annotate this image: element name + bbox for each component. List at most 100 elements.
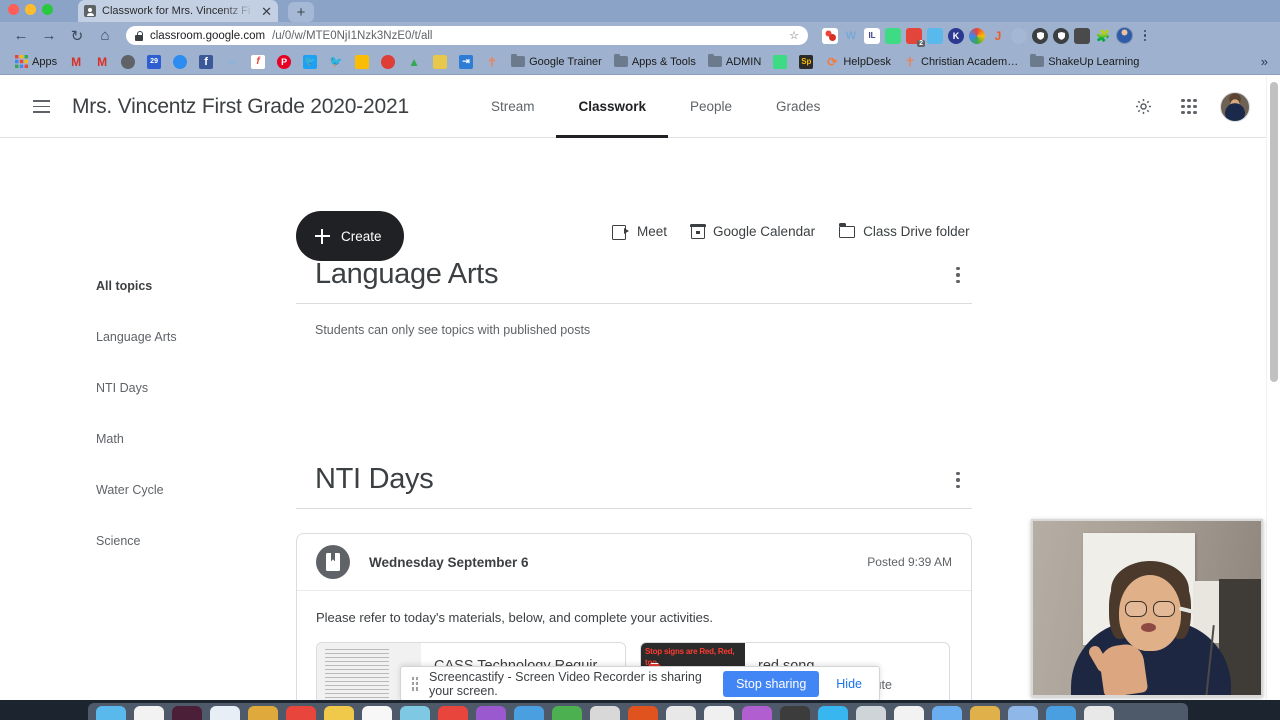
create-button[interactable]: Create bbox=[296, 211, 404, 261]
minimize-window-button[interactable] bbox=[25, 4, 36, 15]
apps-grid-icon[interactable] bbox=[1174, 92, 1204, 122]
class-drive-folder-link[interactable]: Class Drive folder bbox=[838, 222, 970, 239]
bookmark-notes[interactable] bbox=[767, 52, 793, 72]
tab-classwork[interactable]: Classwork bbox=[556, 76, 668, 138]
bookmark-globe[interactable] bbox=[115, 52, 141, 72]
dock-icon-11[interactable] bbox=[514, 706, 544, 720]
close-window-button[interactable] bbox=[8, 4, 19, 15]
bookmark-drive-2[interactable]: ▲ bbox=[401, 52, 427, 72]
dock-icon-8[interactable] bbox=[400, 706, 430, 720]
bookmark-folder-google-trainer[interactable]: Google Trainer bbox=[505, 52, 608, 72]
dock-icon-24[interactable] bbox=[1008, 706, 1038, 720]
ext-snagit-icon[interactable] bbox=[927, 27, 943, 44]
home-button[interactable]: ⌂ bbox=[92, 25, 118, 47]
dock-icon-16[interactable] bbox=[704, 706, 734, 720]
dock-icon-18[interactable] bbox=[780, 706, 810, 720]
hide-button[interactable]: Hide bbox=[830, 677, 868, 691]
dock-icon-22[interactable] bbox=[932, 706, 962, 720]
webcam-overlay[interactable] bbox=[1031, 519, 1263, 697]
avatar[interactable] bbox=[1220, 91, 1250, 122]
ext-kami-icon[interactable]: K bbox=[948, 27, 964, 44]
dock-icon-10[interactable] bbox=[476, 706, 506, 720]
bookmark-login[interactable]: ⇥ bbox=[453, 52, 479, 72]
dock-icon-3[interactable] bbox=[210, 706, 240, 720]
bookmark-flipgrid[interactable]: f bbox=[245, 52, 271, 72]
bookmark-folder-apps-tools[interactable]: Apps & Tools bbox=[608, 52, 702, 72]
sidebar-item-nti-days[interactable]: NTI Days bbox=[96, 373, 266, 403]
dock-icon-4[interactable] bbox=[248, 706, 278, 720]
dock-icon-7[interactable] bbox=[362, 706, 392, 720]
hamburger-icon[interactable] bbox=[23, 89, 59, 125]
browser-menu-icon[interactable] bbox=[1138, 29, 1152, 42]
bookmark-sharepoint[interactable]: Sp bbox=[793, 52, 819, 72]
ext-colorwheel-icon[interactable] bbox=[969, 27, 985, 44]
forward-button[interactable]: → bbox=[36, 25, 62, 47]
ext-shield2-icon[interactable] bbox=[1053, 27, 1069, 44]
topic-title[interactable]: Language Arts bbox=[296, 258, 498, 291]
tab-people[interactable]: People bbox=[668, 76, 754, 138]
bookmark-seesaw[interactable]: ∼ bbox=[219, 52, 245, 72]
ext-screencastify-icon[interactable]: 2 bbox=[906, 27, 925, 47]
sidebar-item-water-cycle[interactable]: Water Cycle bbox=[96, 475, 266, 505]
sidebar-item-science[interactable]: Science bbox=[96, 526, 266, 556]
meet-link[interactable]: Meet bbox=[612, 224, 667, 240]
tab-stream[interactable]: Stream bbox=[469, 76, 557, 138]
bookmark-twitter-1[interactable]: 🐦 bbox=[297, 52, 323, 72]
dock-icon-21[interactable] bbox=[894, 706, 924, 720]
ext-jamboard-icon[interactable]: J bbox=[990, 28, 1006, 44]
bookmark-twitter-2[interactable]: 🐦 bbox=[323, 52, 349, 72]
topic-title[interactable]: NTI Days bbox=[296, 463, 434, 496]
sidebar-item-all-topics[interactable]: All topics bbox=[96, 271, 266, 301]
bookmark-pinterest[interactable]: P bbox=[271, 52, 297, 72]
gear-icon[interactable] bbox=[1128, 92, 1158, 122]
bookmark-apps[interactable]: Apps bbox=[8, 52, 63, 72]
bookmark-folder-shakeup-learning[interactable]: ShakeUp Learning bbox=[1024, 52, 1145, 72]
dock-icon-23[interactable] bbox=[970, 706, 1000, 720]
bookmark-star-icon[interactable]: ☆ bbox=[789, 29, 799, 42]
bookmarks-overflow-icon[interactable]: » bbox=[1261, 54, 1272, 69]
dock-icon-20[interactable] bbox=[856, 706, 886, 720]
browser-profile-avatar[interactable] bbox=[1116, 27, 1133, 44]
drag-grip-icon[interactable] bbox=[412, 676, 418, 691]
scrollbar-thumb[interactable] bbox=[1270, 82, 1278, 382]
google-calendar-link[interactable]: Google Calendar bbox=[690, 223, 815, 239]
bookmark-cross-1[interactable]: ✝ bbox=[479, 52, 505, 72]
bookmark-christian-academy[interactable]: ✝ Christian Academ… bbox=[897, 52, 1024, 72]
dock-icon-0[interactable] bbox=[96, 706, 126, 720]
back-button[interactable]: ← bbox=[8, 25, 34, 47]
dock-icon-19[interactable] bbox=[818, 706, 848, 720]
close-icon[interactable]: ✕ bbox=[261, 5, 272, 18]
browser-tab[interactable]: Classwork for Mrs. Vincentz Fi ✕ bbox=[78, 0, 278, 22]
dock-icon-14[interactable] bbox=[628, 706, 658, 720]
dock-icon-1[interactable] bbox=[134, 706, 164, 720]
dock-icon-26[interactable] bbox=[1084, 706, 1114, 720]
ext-puzzle-icon[interactable]: 🧩 bbox=[1095, 28, 1111, 44]
dock-icon-17[interactable] bbox=[742, 706, 772, 720]
kebab-menu-icon[interactable] bbox=[944, 466, 972, 494]
ext-colorpick-icon[interactable] bbox=[822, 27, 838, 44]
page-scrollbar[interactable] bbox=[1266, 76, 1280, 700]
ext-illuminate-icon[interactable]: IL bbox=[864, 27, 880, 44]
stop-sharing-button[interactable]: Stop sharing bbox=[723, 670, 820, 697]
dock-icon-5[interactable] bbox=[286, 706, 316, 720]
dock-icon-12[interactable] bbox=[552, 706, 582, 720]
bookmark-gmail-1[interactable]: M bbox=[63, 52, 89, 72]
ext-faded-icon[interactable] bbox=[1011, 27, 1027, 44]
bookmark-contacts[interactable] bbox=[427, 52, 453, 72]
tab-grades[interactable]: Grades bbox=[754, 76, 842, 138]
bookmark-helpdesk[interactable]: ⟳ HelpDesk bbox=[819, 52, 897, 72]
reload-button[interactable]: ↻ bbox=[64, 25, 90, 47]
ext-wikiwand-icon[interactable]: W bbox=[843, 28, 859, 44]
bookmark-keep[interactable] bbox=[349, 52, 375, 72]
dock-icon-2[interactable] bbox=[172, 706, 202, 720]
bookmark-drive-1[interactable] bbox=[167, 52, 193, 72]
ext-shield1-icon[interactable] bbox=[1032, 27, 1048, 44]
new-tab-button[interactable]: + bbox=[288, 2, 314, 22]
ext-grid-icon[interactable] bbox=[1074, 27, 1090, 44]
ext-grammar-icon[interactable] bbox=[885, 27, 901, 44]
sidebar-item-math[interactable]: Math bbox=[96, 424, 266, 454]
kebab-menu-icon[interactable] bbox=[944, 261, 972, 289]
dock-icon-6[interactable] bbox=[324, 706, 354, 720]
maximize-window-button[interactable] bbox=[42, 4, 53, 15]
bookmark-calendar[interactable]: 29 bbox=[141, 52, 167, 72]
